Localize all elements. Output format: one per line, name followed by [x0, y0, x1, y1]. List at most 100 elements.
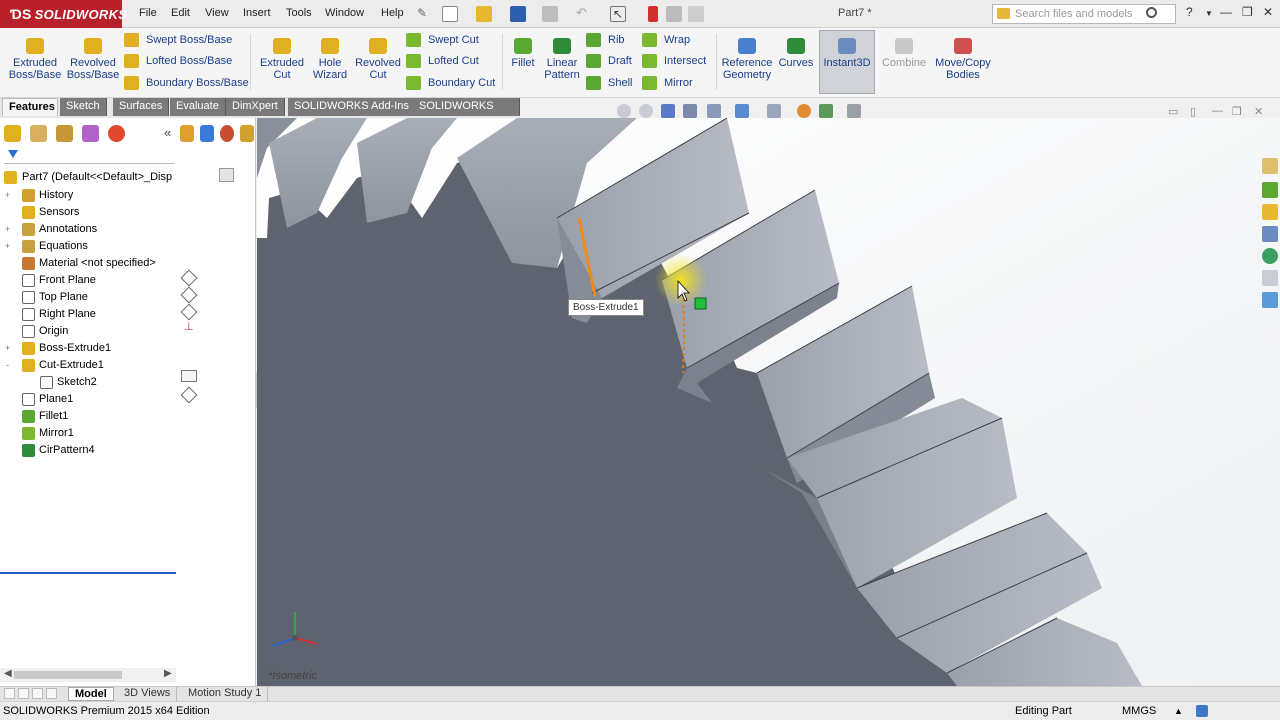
tab-surfaces[interactable]: Surfaces [113, 98, 170, 116]
tree-item-mirror1[interactable]: Mirror1 [0, 425, 176, 442]
tree-item-annotations[interactable]: + Annotations [0, 221, 176, 238]
zoom-to-area-icon[interactable] [639, 104, 653, 118]
display-style-icon[interactable] [735, 104, 749, 118]
previous-view-icon[interactable] [661, 104, 675, 118]
previous-tab-icon[interactable] [18, 688, 29, 699]
tree-item-fillet1[interactable]: Fillet1 [0, 408, 176, 425]
menu-tools[interactable]: Tools [286, 7, 312, 19]
reference-geometry-button[interactable]: Reference Geometry [720, 38, 774, 81]
tree-item-sensors[interactable]: Sensors [0, 204, 176, 221]
draft-button[interactable]: Draft [586, 53, 632, 69]
tree-item-cirpattern4[interactable]: CirPattern4 [0, 442, 176, 459]
tree-rollback-bar[interactable] [0, 572, 176, 574]
viewport-close-icon[interactable]: ✕ [1254, 105, 1263, 118]
close-icon[interactable]: ✕ [1263, 5, 1273, 19]
tab-mbd[interactable]: SOLIDWORKS MBD [413, 98, 520, 129]
lofted-boss-button[interactable]: Lofted Boss/Base [124, 53, 232, 69]
solidworks-forum-icon[interactable] [1262, 292, 1278, 308]
chevron-down-icon[interactable]: ▼ [1205, 9, 1213, 18]
tree-item-top-plane[interactable]: Top Plane [0, 289, 176, 306]
minimize-icon[interactable]: — [1220, 5, 1232, 19]
print-icon[interactable] [542, 6, 558, 22]
tree-item-plane1[interactable]: Plane1 [0, 391, 176, 408]
tab-evaluate[interactable]: Evaluate [170, 98, 226, 116]
tab-motion-study[interactable]: Motion Study 1 [182, 687, 269, 701]
last-tab-icon[interactable] [46, 688, 57, 699]
select-arrow-icon[interactable]: ↖ [610, 6, 626, 22]
menu-help[interactable]: Help [381, 7, 404, 19]
instant3d-button[interactable]: Instant3D [821, 38, 873, 69]
restore-icon[interactable]: ❐ [1242, 5, 1253, 19]
tile-horizontal-icon[interactable]: ▭ [1168, 105, 1178, 118]
view-orientation-icon[interactable] [707, 104, 721, 118]
solidworks-logo[interactable]: ƊS SOLIDWORKS [0, 0, 127, 28]
tree-expand-icon[interactable]: - [3, 361, 12, 370]
tree-item-front-plane[interactable]: Front Plane [0, 272, 176, 289]
scroll-right-icon[interactable]: ▶ [164, 668, 172, 679]
tab-dimxpert[interactable]: DimXpert [226, 98, 285, 116]
tree-item-sketch2[interactable]: Sketch2 [0, 374, 176, 391]
unit-system-dropdown[interactable]: ▲ [1174, 702, 1183, 720]
display-manager-icon[interactable] [108, 125, 125, 142]
next-tab-icon[interactable] [32, 688, 43, 699]
file-properties-icon[interactable] [666, 6, 682, 22]
view-palette-icon[interactable] [1262, 226, 1278, 242]
intersect-button[interactable]: Intersect [642, 53, 706, 69]
tree-item-boss-extrude1[interactable]: + Boss-Extrude1 [0, 340, 176, 357]
boundary-boss-button[interactable]: Boundary Boss/Base [124, 75, 249, 91]
tab-model[interactable]: Model [68, 687, 114, 701]
viewport-restore-icon[interactable]: ❐ [1232, 105, 1242, 118]
open-folder-icon[interactable] [476, 6, 492, 22]
tab-addins[interactable]: SOLIDWORKS Add-Ins [288, 98, 416, 116]
appearances-scenes-icon[interactable] [1262, 248, 1278, 264]
hole-wizard-button[interactable]: Hole Wizard [308, 38, 352, 81]
gear-model[interactable] [257, 118, 1280, 686]
view-cube-icon[interactable] [200, 125, 214, 142]
rebuild-icon[interactable] [648, 6, 658, 22]
viewport-minimize-icon[interactable]: — [1212, 105, 1223, 117]
tab-sketch[interactable]: Sketch [60, 98, 107, 116]
extruded-boss-button[interactable]: Extruded Boss/Base [8, 38, 62, 81]
menu-insert[interactable]: Insert [243, 7, 271, 19]
dimxpert-manager-icon[interactable] [82, 125, 99, 142]
options-icon[interactable] [688, 6, 704, 22]
appearance-icon[interactable] [220, 125, 234, 142]
origin-visibility-icon[interactable]: ⊥ [184, 320, 194, 333]
first-tab-icon[interactable] [4, 688, 15, 699]
revolved-boss-button[interactable]: Revolved Boss/Base [66, 38, 120, 81]
edit-appearance-icon[interactable] [797, 104, 811, 118]
boundary-cut-button[interactable]: Boundary Cut [406, 75, 495, 91]
feature-tree-icon[interactable] [4, 125, 21, 142]
scene-icon[interactable] [240, 125, 254, 142]
mirror-button[interactable]: Mirror [642, 75, 693, 91]
sketch-visibility-icon[interactable] [181, 370, 197, 382]
zoom-to-fit-icon[interactable] [617, 104, 631, 118]
search-icon[interactable] [1146, 7, 1157, 18]
configuration-manager-icon[interactable] [56, 125, 73, 142]
combine-button[interactable]: Combine [878, 38, 930, 69]
feature-tree-filter[interactable] [4, 148, 174, 164]
graphics-area[interactable] [257, 118, 1280, 686]
tree-expand-icon[interactable]: + [3, 242, 12, 251]
right-plane-visibility-icon[interactable] [180, 303, 198, 321]
status-help-icon[interactable] [1196, 705, 1208, 717]
save-icon[interactable] [510, 6, 526, 22]
revolved-cut-button[interactable]: Revolved Cut [354, 38, 402, 81]
lofted-cut-button[interactable]: Lofted Cut [406, 53, 479, 69]
front-plane-visibility-icon[interactable] [180, 269, 198, 287]
custom-properties-icon[interactable] [1262, 270, 1278, 286]
curves-button[interactable]: Curves [776, 38, 816, 69]
linear-pattern-button[interactable]: Linear Pattern [542, 38, 582, 81]
wrap-button[interactable]: Wrap [642, 32, 690, 48]
design-library-icon[interactable] [1262, 182, 1278, 198]
menu-window[interactable]: Window [325, 7, 364, 19]
top-plane-visibility-icon[interactable] [180, 286, 198, 304]
tree-root-part[interactable]: Part7 (Default<<Default>_Disp [0, 168, 176, 187]
display-states-icon[interactable] [180, 125, 194, 142]
tile-vertical-icon[interactable]: ▯ [1190, 105, 1196, 118]
tree-item-equations[interactable]: + Equations [0, 238, 176, 255]
tree-item-right-plane[interactable]: Right Plane [0, 306, 176, 323]
collapse-panel-icon[interactable]: « [164, 125, 171, 140]
tree-expand-icon[interactable]: + [3, 225, 12, 234]
tab-3d-views[interactable]: 3D Views [118, 687, 178, 701]
